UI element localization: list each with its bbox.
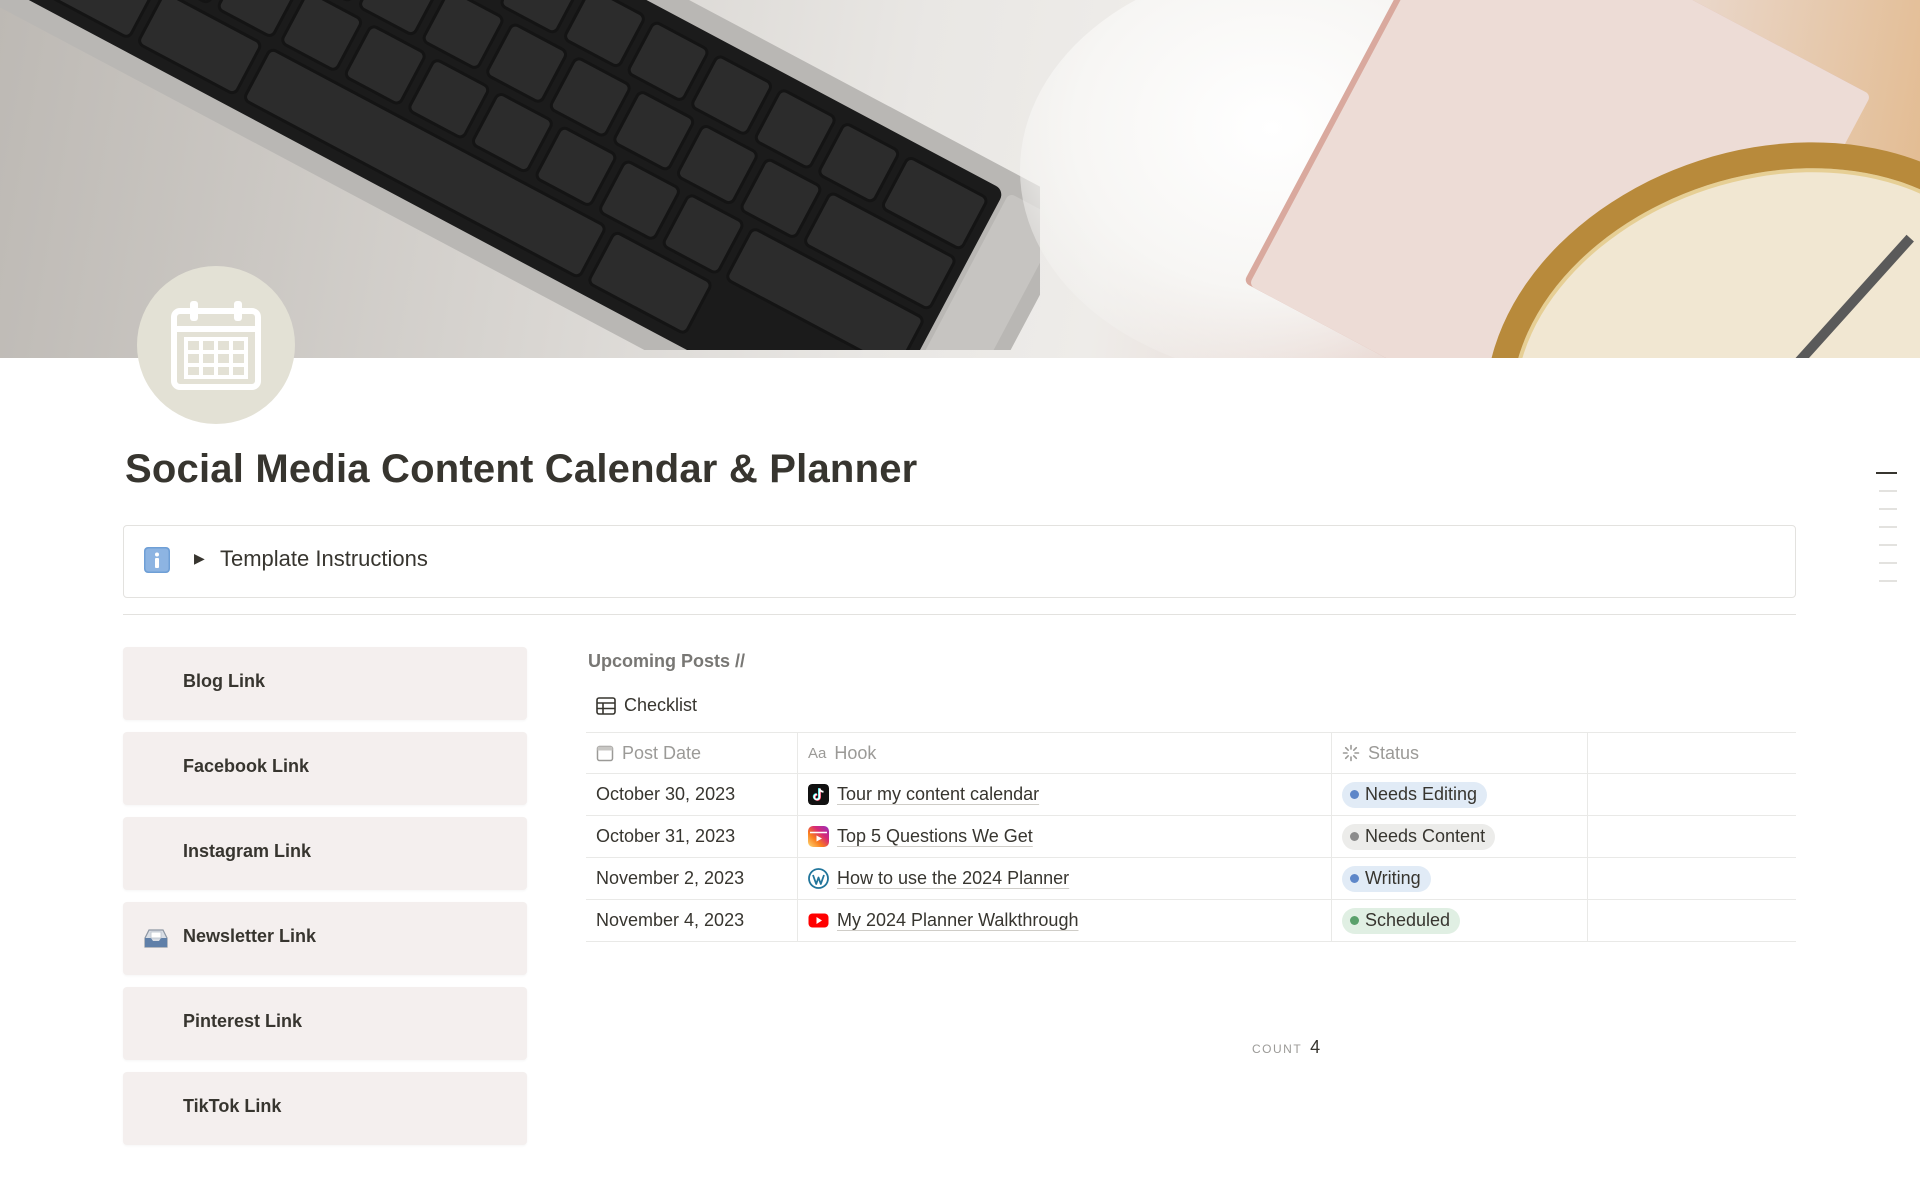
status-badge: Writing [1342,865,1431,892]
empty-cell[interactable] [1588,774,1796,815]
status-cell[interactable]: Needs Editing [1332,774,1588,815]
status-label: Needs Content [1365,826,1486,846]
blog-link-button[interactable]: Blog Link [123,647,527,720]
status-dot [1350,916,1359,925]
status-badge: Needs Content [1342,823,1496,850]
empty-cell[interactable] [1588,858,1796,899]
status-cell[interactable]: Scheduled [1332,900,1588,941]
template-instructions-callout: ▶ Template Instructions [123,525,1796,598]
info-icon [144,547,170,573]
instagram-reels-icon [808,826,829,847]
hook-cell[interactable]: Tour my content calendar [798,774,1332,815]
hook-text: How to use the 2024 Planner [837,868,1070,888]
link-label: Blog Link [183,671,265,691]
table-row[interactable]: November 2, 2023 How to use the 2024 Pla… [586,858,1796,900]
link-label: Newsletter Link [183,926,317,946]
database-title[interactable]: Upcoming Posts // [588,651,745,672]
page-title: Social Media Content Calendar & Planner [125,447,918,491]
outline-item[interactable] [1879,580,1897,582]
row-count-summary[interactable]: COUNT 4 [1252,1037,1320,1058]
table-header-row: Post Date Aa Hook Status [586,732,1796,774]
instagram-link-button[interactable]: Instagram Link [123,817,527,890]
status-label: Scheduled [1365,910,1451,930]
page-icon[interactable] [137,266,295,424]
column-label: Hook [834,742,877,763]
status-cell[interactable]: Needs Content [1332,816,1588,857]
text-property-icon: Aa [808,744,827,762]
empty-cell[interactable] [1588,816,1796,857]
link-label: Instagram Link [183,841,312,861]
pinterest-link-button[interactable]: Pinterest Link [123,987,527,1060]
post-date-cell[interactable]: November 2, 2023 [586,858,798,899]
hook-text: Tour my content calendar [837,784,1040,804]
tiktok-link-button[interactable]: TikTok Link [123,1072,527,1145]
wordpress-icon [808,868,829,889]
hook-cell[interactable]: My 2024 Planner Walkthrough [798,900,1332,941]
outline-item[interactable] [1879,490,1897,492]
outline-item[interactable] [1879,526,1897,528]
status-badge: Scheduled [1342,907,1461,934]
hook-cell[interactable]: How to use the 2024 Planner [798,858,1332,899]
newsletter-link-button[interactable]: Newsletter Link [123,902,527,975]
link-label: Pinterest Link [183,1011,303,1031]
column-label: Status [1368,742,1420,763]
outline-item[interactable] [1879,544,1897,546]
youtube-icon [808,913,829,928]
hook-text: My 2024 Planner Walkthrough [837,910,1079,930]
view-label: Checklist [624,695,698,715]
column-header-hook[interactable]: Aa Hook [798,733,1332,773]
post-date-cell[interactable]: October 30, 2023 [586,774,798,815]
view-tab-checklist[interactable]: Checklist [596,695,697,716]
empty-cell[interactable] [1588,900,1796,941]
tiktok-icon [808,784,829,805]
post-date-cell[interactable]: October 31, 2023 [586,816,798,857]
toggle-heading[interactable]: Template Instructions [220,546,428,572]
table-icon [596,696,616,715]
status-label: Needs Editing [1365,784,1478,804]
link-label: Facebook Link [183,756,310,776]
column-header-post-date[interactable]: Post Date [586,733,798,773]
status-dot [1350,832,1359,841]
link-label: TikTok Link [183,1096,282,1116]
page-cover-image [0,0,1920,358]
calendar-icon [171,301,261,390]
table-row[interactable]: October 31, 2023 Top 5 Questions We Get [586,816,1796,858]
post-date-cell[interactable]: November 4, 2023 [586,900,798,941]
page-outline[interactable] [1876,472,1898,598]
column-label: Post Date [622,742,702,763]
database-table: Post Date Aa Hook Status October 30, 202… [586,732,1796,1057]
status-dot [1350,790,1359,799]
toggle-arrow-icon[interactable]: ▶ [194,550,205,567]
outline-item[interactable] [1879,508,1897,510]
calendar-property-icon [596,745,614,762]
count-value: 4 [1310,1037,1321,1057]
mail-inbox-icon [144,929,168,948]
facebook-link-button[interactable]: Facebook Link [123,732,527,805]
column-header-empty [1588,733,1796,773]
outline-item[interactable] [1879,562,1897,564]
count-label: COUNT [1252,1042,1303,1056]
status-badge: Needs Editing [1342,781,1488,808]
status-dot [1350,874,1359,883]
status-property-icon [1342,744,1360,762]
outline-item[interactable] [1876,472,1897,474]
hook-cell[interactable]: Top 5 Questions We Get [798,816,1332,857]
table-row[interactable]: October 30, 2023 Tour my content calenda… [586,774,1796,816]
column-header-status[interactable]: Status [1332,733,1588,773]
status-cell[interactable]: Writing [1332,858,1588,899]
status-label: Writing [1365,868,1421,888]
divider [123,614,1796,615]
hook-text: Top 5 Questions We Get [837,826,1033,846]
link-buttons: Blog Link Facebook Link Instagram Link N… [123,647,527,1157]
table-row[interactable]: November 4, 2023 My 2024 Planner Walkthr… [586,900,1796,942]
